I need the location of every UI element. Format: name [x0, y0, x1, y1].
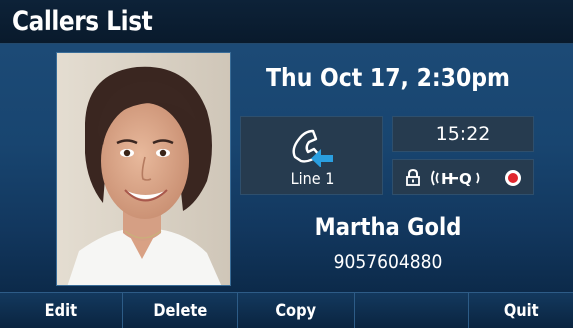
record-icon: [505, 170, 521, 186]
screen-title: Callers List: [12, 6, 153, 37]
caller-photo: [56, 52, 231, 286]
call-datetime: Thu Oct 17, 2:30pm: [266, 63, 510, 92]
phone-screen: Callers List Thu Oct 17, 2:30pm Line 1 1…: [0, 0, 573, 328]
delete-softkey[interactable]: Delete: [123, 293, 238, 328]
svg-text:H: H: [441, 170, 454, 188]
edit-softkey[interactable]: Edit: [0, 293, 123, 328]
call-status-icons: H Q: [392, 159, 534, 195]
quit-softkey[interactable]: Quit: [469, 293, 573, 328]
title-bar: Callers List: [0, 0, 573, 44]
line-label: Line 1: [290, 169, 335, 188]
quit-softkey-label: Quit: [503, 300, 539, 321]
call-duration: 15:22: [392, 116, 534, 152]
caller-name: Martha Gold: [314, 213, 462, 241]
hd-voice-icon: H Q: [431, 170, 480, 188]
copy-softkey-label: Copy: [275, 300, 317, 321]
edit-softkey-label: Edit: [44, 300, 78, 321]
copy-softkey[interactable]: Copy: [238, 293, 355, 328]
call-details-panel: Thu Oct 17, 2:30pm Line 1 15:22 H Q Mart…: [0, 44, 573, 292]
delete-softkey-label: Delete: [153, 300, 207, 321]
empty-softkey[interactable]: [355, 293, 469, 328]
softkey-bar: Edit Delete Copy Quit: [0, 292, 573, 328]
svg-text:Q: Q: [459, 170, 472, 188]
caller-number: 9057604880: [333, 251, 443, 273]
lock-icon: [406, 169, 420, 186]
line-indicator: Line 1: [240, 116, 383, 195]
incoming-call-icon: [292, 129, 333, 167]
